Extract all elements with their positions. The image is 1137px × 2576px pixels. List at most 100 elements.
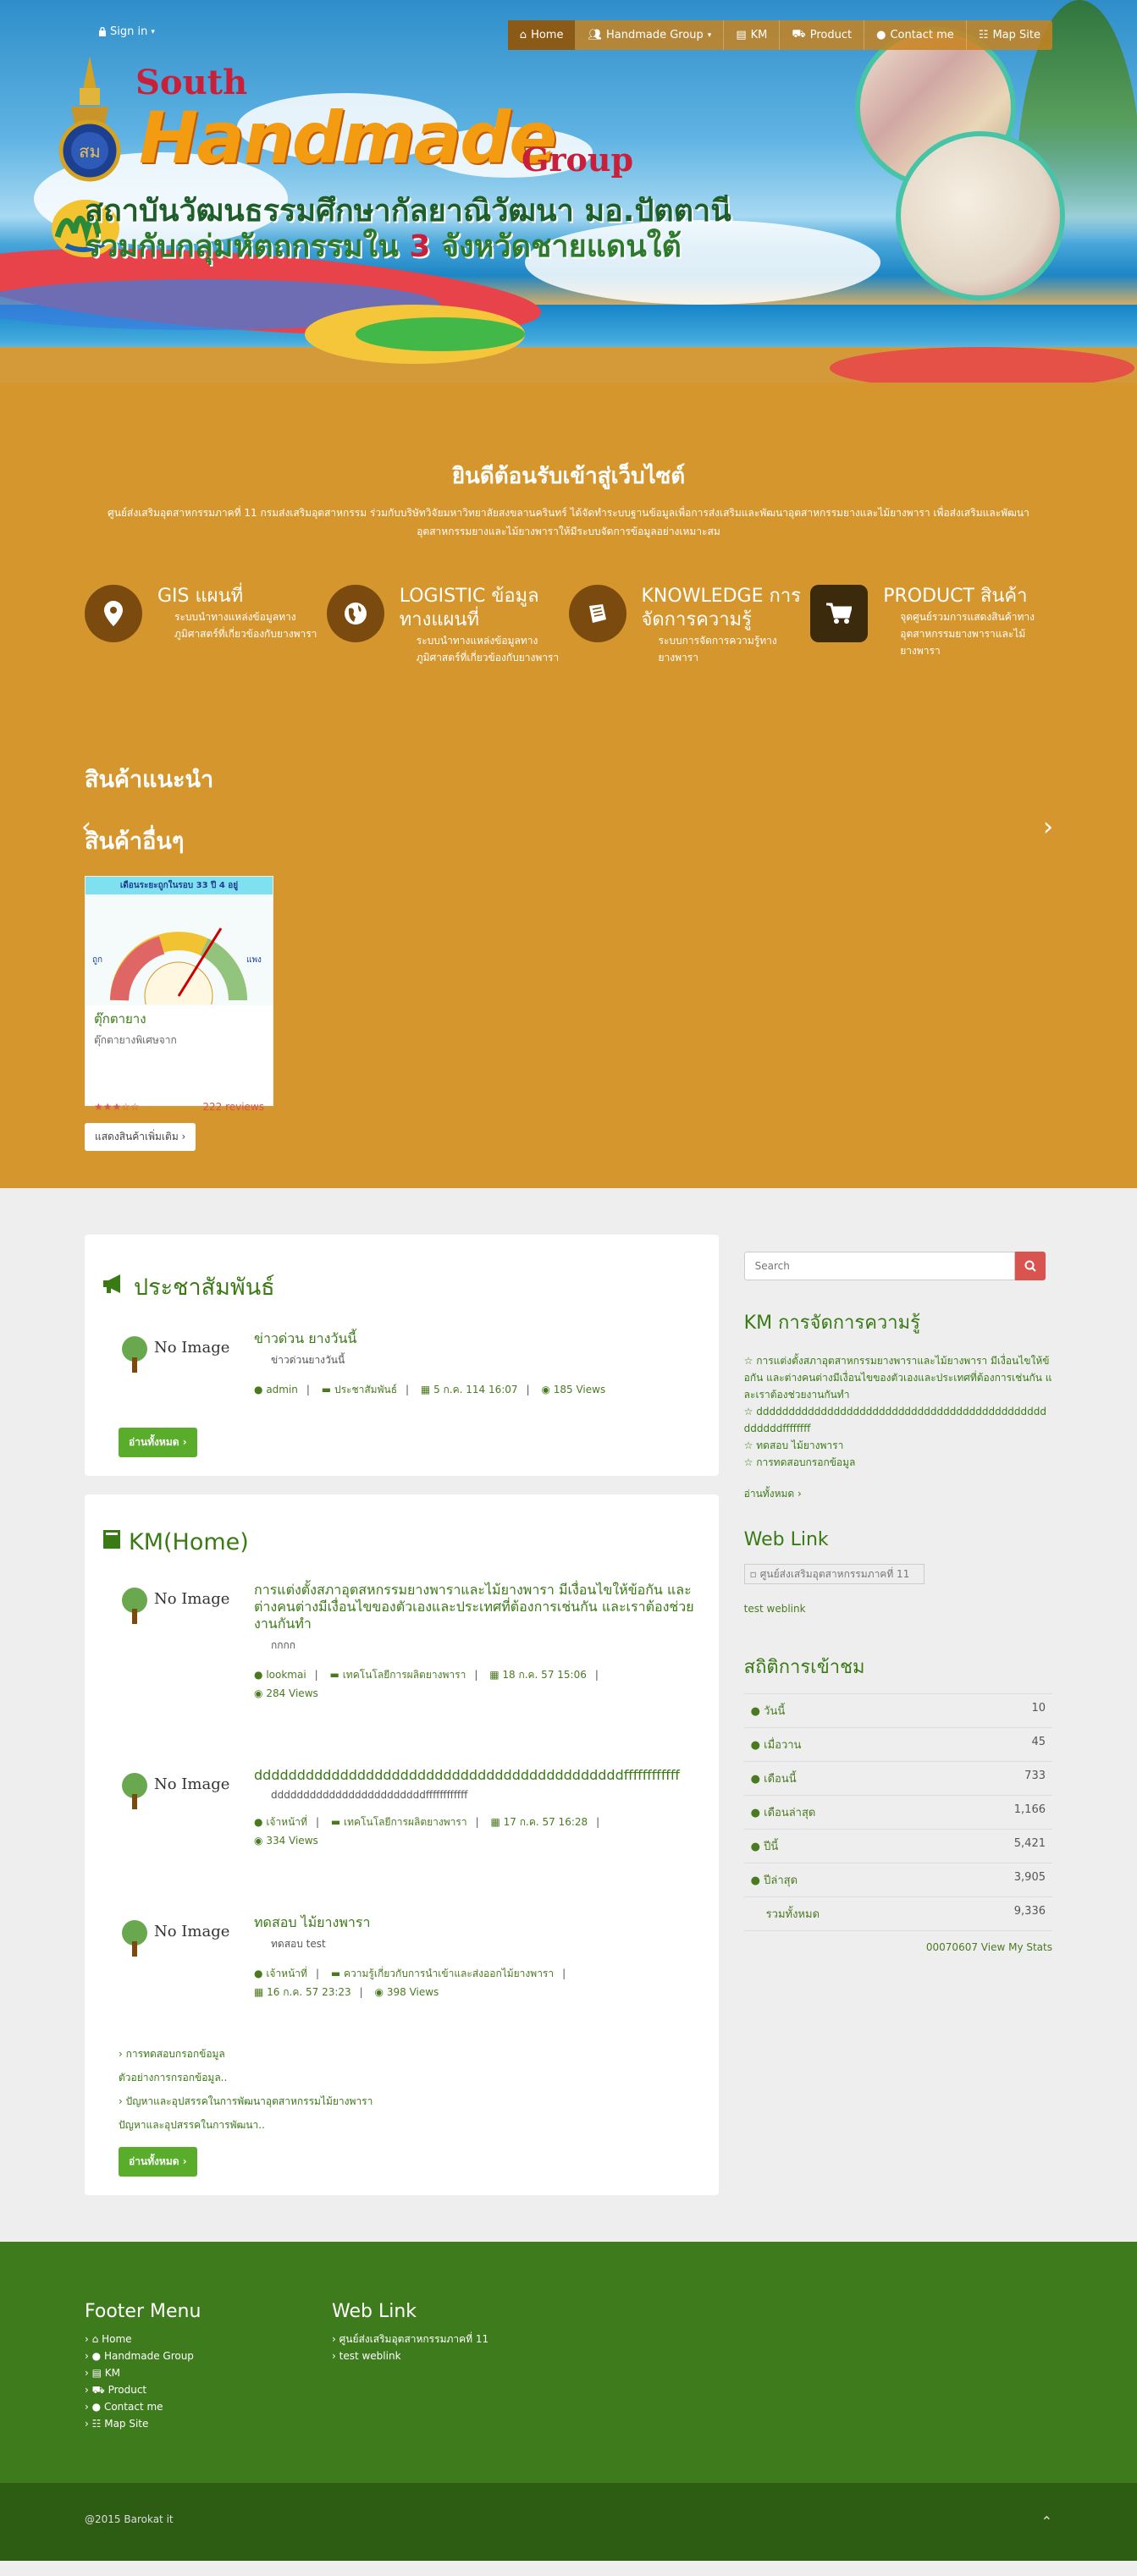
news-item[interactable]: No Image ข่าวด่วน ยางวันนี้ ข่าวด่วนยางว…: [102, 1330, 702, 1399]
footer: Footer Menu › ⌂ Home › ● Handmade Group …: [0, 2242, 1137, 2483]
stat-value: 733: [1024, 1770, 1046, 1782]
sidebar-km-item[interactable]: ☆ dddddddddddddddddddddddddddddddddddddd…: [744, 1403, 1052, 1437]
more-products-button[interactable]: แสดงสินค้าเพิ่มเติม ›: [85, 1123, 196, 1151]
news-summary: ข่าวด่วนยางวันนี้: [271, 1354, 345, 1366]
footer-menu-item[interactable]: › ▤ KM: [85, 2364, 332, 2381]
feature-gis[interactable]: GIS แผนที่ระบบนำทางแหล่งข้อมูลทางภูมิศาส…: [85, 585, 327, 666]
product-card[interactable]: เดือนระยะถูกในรอบ 33 ปี 4 อยู่ ถูก แพง ต…: [85, 876, 273, 1113]
footer-menu-item[interactable]: › ⌂ Home: [85, 2331, 332, 2348]
footer-menu-item[interactable]: › ☷ Map Site: [85, 2415, 332, 2432]
news-date: 16 ก.ค. 57 23:23: [267, 1986, 351, 1998]
user-icon: ●: [750, 1841, 760, 1853]
stat-label: เมื่อวาน: [764, 1739, 802, 1752]
footer-menu-label: Home: [102, 2333, 132, 2345]
news-title[interactable]: ทดสอบ ไม้ยางพารา: [254, 1914, 574, 1931]
news-category[interactable]: ประชาสัมพันธ์: [334, 1384, 397, 1395]
footer-menu-item[interactable]: › ● Contact me: [85, 2398, 332, 2415]
chevron-down-icon: ▾: [151, 27, 155, 36]
home-icon: ⌂: [91, 2333, 99, 2345]
university-seal-icon: สม: [58, 56, 121, 182]
user-icon: ●: [876, 29, 886, 41]
footer-menu-list: › ⌂ Home › ● Handmade Group › ▤ KM › ⛟ P…: [85, 2331, 332, 2432]
news-summary: กกกก: [271, 1639, 296, 1651]
sign-in-link[interactable]: Sign in ▾: [98, 25, 155, 38]
stat-value: 45: [1031, 1736, 1046, 1748]
km-link[interactable]: › ปัญหาและอุปสรรคในการพัฒนาอุตสาหกรรมไม้…: [119, 2089, 702, 2113]
carousel-prev-icon[interactable]: ‹: [81, 812, 91, 842]
user-icon: ●: [750, 1874, 760, 1887]
footer-weblink-item[interactable]: › test weblink: [332, 2348, 579, 2364]
news-item[interactable]: No Image ddddddddddddddddddddddddddddddd…: [102, 1767, 702, 1850]
footer-weblink-item[interactable]: › ศูนย์ส่งเสริมอุตสาหกรรมภาคที่ 11: [332, 2331, 579, 2348]
news-category[interactable]: เทคโนโลยีการผลิตยางพารา: [343, 1669, 466, 1681]
pr-read-all-button[interactable]: อ่านทั้งหมด ›: [119, 1428, 197, 1457]
product-image-caption: เดือนระยะถูกในรอบ 33 ปี 4 อยู่: [86, 877, 273, 894]
sidebar-km-item[interactable]: ☆ ทดสอบ ไม้ยางพารา: [744, 1437, 1052, 1454]
stat-row: ● เดือนนี้ 733: [743, 1761, 1052, 1795]
nav-label: Product: [809, 29, 853, 41]
news-title[interactable]: การแต่งตั้งสภาอุตสหกรรมยางพาราและไม้ยางพ…: [254, 1582, 702, 1632]
feature-description: ระบบการจัดการความรู้ทางยางพารา: [658, 635, 777, 663]
back-to-top-icon[interactable]: ⌃: [1041, 2513, 1052, 2529]
weblink-image[interactable]: ▫ ศูนย์ส่งเสริมอุตสาหกรรมภาคที่ 11: [743, 1564, 925, 1584]
stat-label: เดือนล่าสุด: [764, 1807, 816, 1819]
news-category[interactable]: ความรู้เกี่ยวกับการนำเข้าและส่งออกไม้ยาง…: [344, 1968, 554, 1979]
feature-logistic[interactable]: LOGISTIC ข้อมูลทางแผนที่ ระบบนำทางแหล่งข้…: [326, 585, 569, 666]
user-icon: ●: [91, 2401, 102, 2413]
user-icon: ●: [254, 1816, 263, 1828]
logo-handmade: Handmade: [139, 96, 557, 179]
nav-km[interactable]: ▤ KM: [724, 20, 781, 50]
news-title[interactable]: ข่าวด่วน ยางวันนี้: [254, 1330, 605, 1347]
news-category[interactable]: เทคโนโลยีการผลิตยางพารา: [344, 1816, 467, 1828]
km-read-all-button[interactable]: อ่านทั้งหมด ›: [119, 2147, 197, 2177]
nav-contact[interactable]: ● Contact me: [864, 20, 967, 50]
view-my-stats-link[interactable]: View My Stats: [981, 1941, 1052, 1953]
no-image-placeholder: No Image: [119, 1914, 237, 1973]
gauge-graphic-icon: ถูก แพง: [92, 927, 262, 1031]
sidebar-km-item[interactable]: ☆ การทดสอบกรอกข้อมูล: [744, 1454, 1052, 1471]
calendar-icon: ▦: [254, 1986, 264, 1998]
nav-home[interactable]: ⌂ Home: [507, 20, 577, 50]
stat-value: 5,421: [1013, 1837, 1046, 1850]
feature-product[interactable]: PRODUCT สินค้า จุดศูนย์รวมการแสดงสินค้าทา…: [810, 585, 1052, 666]
search-input[interactable]: [743, 1252, 1015, 1280]
km-link-summary: ปัญหาและอุปสรรคในการพัฒนา..: [119, 2119, 265, 2131]
folder-icon: ▬: [330, 1968, 341, 1979]
km-link-summary: ตัวอย่างการกรอกข้อมูล..: [119, 2072, 228, 2083]
product-name[interactable]: ตุ๊กตายาง: [86, 1005, 273, 1032]
nav-label: KM: [750, 29, 768, 41]
more-products-label: แสดงสินค้าเพิ่มเติม: [95, 1131, 179, 1142]
stat-label: รวมทั้งหมด: [765, 1908, 820, 1921]
news-item[interactable]: No Image ทดสอบ ไม้ยางพารา ทดสอบ test ● เ…: [102, 1914, 702, 2001]
search-button[interactable]: [1014, 1252, 1046, 1280]
nav-handmade-group[interactable]: 👥︎ Handmade Group ▾: [576, 20, 725, 50]
footer-menu-label: KM: [104, 2367, 121, 2379]
feature-knowledge[interactable]: KNOWLEDGE การจัดการความรู้ ระบบการจัดการค…: [568, 585, 811, 666]
news-item[interactable]: No Image การแต่งตั้งสภาอุตสหกรรมยางพาราแ…: [102, 1582, 702, 1703]
feature-description: ระบบนำทางแหล่งข้อมูลทางภูมิศาสตร์ที่เกี่…: [174, 611, 317, 640]
sidebar-weblink-title: Web Link: [743, 1529, 829, 1550]
calendar-icon: ▦: [489, 1669, 500, 1681]
weblink-text[interactable]: test weblink: [744, 1603, 1052, 1615]
svg-text:แพง: แพง: [246, 955, 262, 965]
stat-value: 10: [1031, 1702, 1046, 1715]
footer-menu-item[interactable]: › ● Handmade Group: [85, 2348, 332, 2364]
read-all-label: อ่านทั้งหมด: [129, 2155, 179, 2167]
stat-label: วันนี้: [764, 1705, 786, 1718]
wave-green: [356, 317, 525, 351]
eye-icon: ◉: [374, 1986, 384, 1998]
eye-icon: ◉: [254, 1687, 263, 1699]
sidebar-km-item[interactable]: ☆ การแต่งตั้งสภาอุตสาหกรรมยางพาราและไม้ย…: [744, 1352, 1052, 1403]
sidebar-km-more-link[interactable]: อ่านทั้งหมด ›: [744, 1486, 1052, 1502]
news-title[interactable]: dddddddddddddddddddddddddddddddddddddddd…: [254, 1767, 680, 1784]
nav-product[interactable]: ⛟ Product: [780, 20, 865, 50]
user-icon: ●: [254, 1669, 263, 1681]
nav-map-site[interactable]: ☷ Map Site: [967, 20, 1052, 50]
km-link[interactable]: › การทดสอบกรอกข้อมูล: [119, 2042, 702, 2066]
footer-menu-item[interactable]: › ⛟ Product: [85, 2381, 332, 2398]
folder-icon: ▬: [321, 1384, 332, 1395]
nav-label: Map Site: [992, 29, 1040, 41]
feature-title: GIS แผนที่: [157, 586, 244, 607]
carousel-next-icon[interactable]: ›: [1043, 812, 1053, 842]
sidebar-km-list: ☆ การแต่งตั้งสภาอุตสาหกรรมยางพาราและไม้ย…: [744, 1352, 1052, 1471]
